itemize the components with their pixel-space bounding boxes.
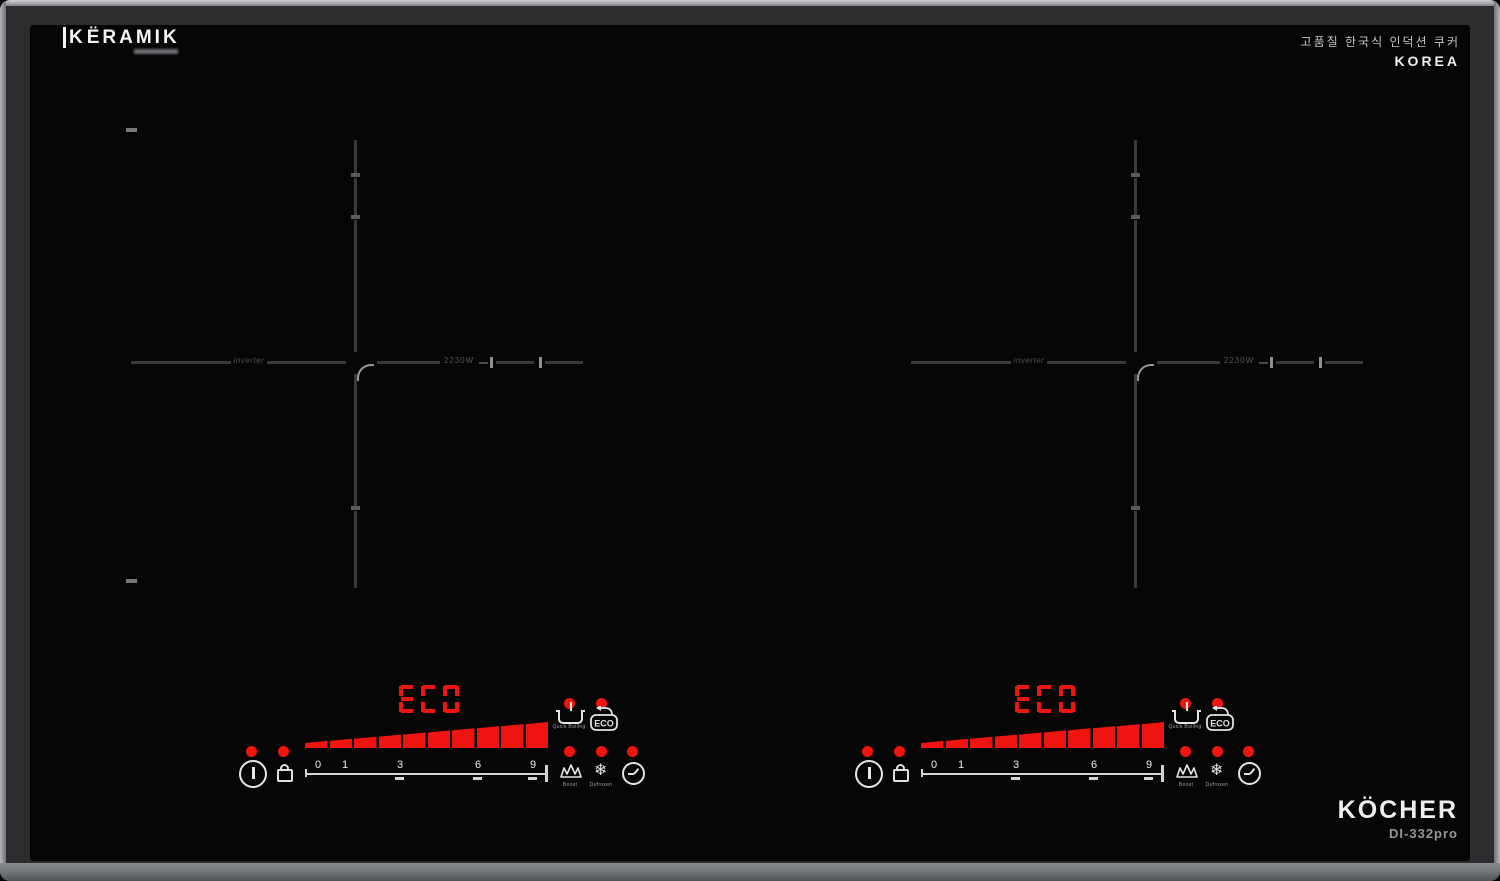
scale-tick-end (1161, 765, 1164, 782)
scale-underline (1089, 777, 1098, 780)
boost-indicator-dot (1180, 746, 1191, 757)
quick-boiling-label: Quick Boiling (1164, 724, 1207, 729)
header-right: 고품질 한국식 인덕션 쿠커 KOREA (1301, 33, 1460, 69)
korean-tagline: 고품질 한국식 인덕션 쿠커 (1301, 33, 1460, 50)
scale-tick-end (545, 765, 548, 782)
frame-edge-top (0, 0, 1500, 6)
scale-number: 6 (1084, 759, 1104, 771)
quick-boiling-label: Quick Boiling (548, 724, 591, 729)
power-slider-wedge[interactable] (921, 720, 1167, 748)
clock-icon (1238, 762, 1261, 785)
scale-underline (395, 777, 404, 780)
defrost-indicator-dot (596, 746, 607, 757)
power-level-display (399, 685, 459, 713)
power-icon (855, 760, 883, 788)
cooktop-frame (0, 0, 1500, 881)
svg-text:ECO: ECO (1210, 719, 1230, 729)
svg-text:ECO: ECO (594, 719, 614, 729)
power-level-display (1015, 685, 1075, 713)
keramik-logo: KËRAMIK (63, 27, 180, 49)
snowflake-icon: ❄ (594, 760, 607, 779)
defrost-label: Defrozen (580, 782, 623, 787)
scale-line (921, 773, 1163, 775)
scale-number: 9 (523, 759, 543, 771)
lock-icon (893, 769, 909, 782)
scale-number: 0 (924, 759, 944, 771)
snowflake-icon: ❄ (1210, 760, 1223, 779)
scale-underline (1011, 777, 1020, 780)
scale-line (305, 773, 547, 775)
defrost-label: Defrozen (1196, 782, 1239, 787)
scale-number: 0 (308, 759, 328, 771)
power-indicator-dot (246, 746, 257, 757)
eco-mode-icon: ECO (1203, 706, 1235, 737)
scale-number: 1 (335, 759, 355, 771)
scale-number: 3 (390, 759, 410, 771)
scale-number: 3 (1006, 759, 1026, 771)
boost-icon (1175, 763, 1199, 784)
glass-alignment-mark (126, 579, 137, 583)
scale-underline (1144, 777, 1153, 780)
timer-indicator-dot (1243, 746, 1254, 757)
quick-boiling-icon (558, 711, 583, 724)
scale-underline (528, 777, 537, 780)
logo-text: ËRAMIK (87, 27, 180, 48)
quick-boiling-icon (1174, 711, 1199, 724)
scale-number: 6 (468, 759, 488, 771)
eco-mode-icon: ECO (587, 706, 619, 737)
logo-k-mark: K (63, 27, 86, 48)
power-slider-scale[interactable]: 0 1 3 6 9 (921, 758, 1167, 782)
country-label: KOREA (1301, 53, 1460, 69)
scale-number: 1 (951, 759, 971, 771)
lock-indicator-dot (894, 746, 905, 757)
clock-icon (622, 762, 645, 785)
boost-indicator-dot (564, 746, 575, 757)
footer-brand: KÖCHER DI-332pro (1338, 796, 1458, 841)
control-panel-left: 0 1 3 6 9 Quick Boiling ECO (230, 680, 650, 795)
brand-tagline (134, 49, 178, 54)
glass-alignment-mark (126, 128, 137, 132)
model-number: DI-332pro (1338, 826, 1458, 841)
boost-icon (559, 763, 583, 784)
kocher-logo: KÖCHER (1338, 796, 1458, 825)
scale-underline (473, 777, 482, 780)
frame-edge-bottom (0, 863, 1500, 881)
frame-edge-left (0, 0, 6, 881)
power-slider-wedge[interactable] (305, 720, 551, 748)
lock-icon (277, 769, 293, 782)
lock-indicator-dot (278, 746, 289, 757)
power-slider-scale[interactable]: 0 1 3 6 9 (305, 758, 551, 782)
control-panel-right: 0 1 3 6 9 Quick Boiling ECO (846, 680, 1266, 795)
frame-edge-right (1494, 0, 1500, 881)
power-indicator-dot (862, 746, 873, 757)
power-icon (239, 760, 267, 788)
scale-number: 9 (1139, 759, 1159, 771)
defrost-indicator-dot (1212, 746, 1223, 757)
timer-indicator-dot (627, 746, 638, 757)
